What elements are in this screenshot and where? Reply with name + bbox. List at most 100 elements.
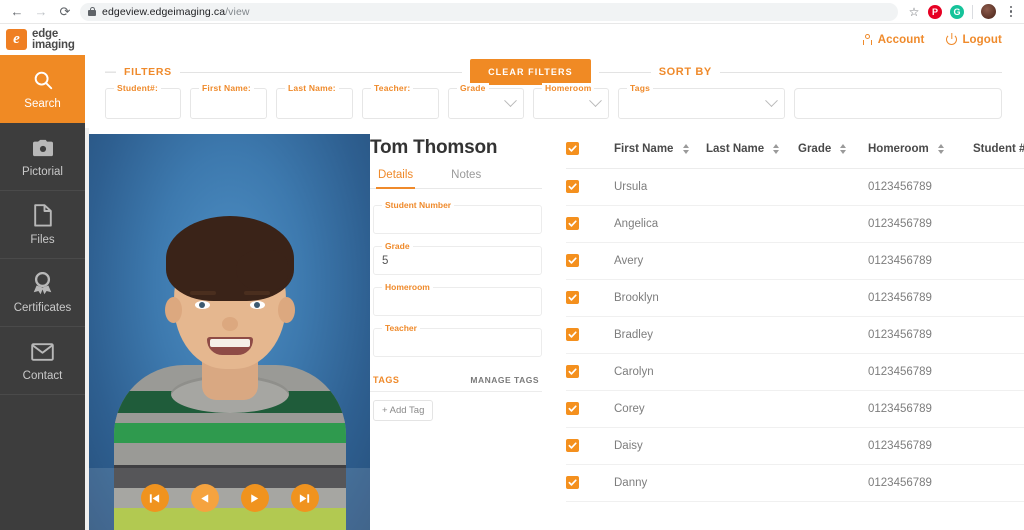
table-row[interactable]: Danny 0123456789 [566, 464, 1024, 502]
tab-notes[interactable]: Notes [449, 165, 483, 189]
last-photo-button[interactable] [290, 484, 319, 512]
add-tag-button[interactable]: + Add Tag [373, 400, 434, 421]
photo-panel [85, 128, 370, 530]
logout-link[interactable]: Logout [946, 34, 1002, 46]
cell-grade [798, 390, 868, 428]
cell-last-name [706, 279, 798, 317]
column-header-last-name[interactable]: Last Name [706, 128, 798, 169]
chevron-down-icon [504, 94, 517, 108]
pinterest-extension-icon[interactable]: P [928, 4, 942, 19]
column-label: Grade [798, 143, 832, 155]
grade-field[interactable]: Grade 5 [373, 241, 542, 275]
logout-label: Logout [962, 33, 1002, 46]
profile-avatar-icon[interactable] [981, 4, 996, 19]
table-row[interactable]: Corey 0123456789 [566, 390, 1024, 428]
column-header-student-number[interactable]: Student # [973, 128, 1024, 169]
row-checkbox[interactable] [566, 439, 579, 452]
row-checkbox[interactable] [566, 217, 579, 230]
row-checkbox[interactable] [566, 365, 579, 378]
filter-last-name[interactable]: Last Name: [276, 83, 353, 119]
sort-icon[interactable] [773, 143, 780, 154]
row-checkbox[interactable] [566, 254, 579, 267]
first-photo-button[interactable] [140, 484, 169, 512]
column-header-first-name[interactable]: First Name [614, 128, 706, 169]
sidebar-item-contact[interactable]: Contact [0, 327, 85, 395]
collapse-filters-icon[interactable]: — [105, 66, 116, 78]
filter-student-number[interactable]: Student#: [105, 83, 181, 119]
cell-last-name [706, 242, 798, 280]
filters-legend-row: — FILTERS CLEAR FILTERS SORT BY [105, 59, 1003, 85]
sidebar-item-pictorial[interactable]: Pictorial [0, 123, 85, 191]
tags-header: TAGS MANAGE TAGS [370, 375, 542, 392]
filter-label: Last Name: [285, 83, 339, 93]
row-checkbox[interactable] [566, 291, 579, 304]
sort-icon[interactable] [682, 143, 689, 154]
table-row[interactable]: Daisy 0123456789 [566, 427, 1024, 465]
sidebar-item-certificates[interactable]: Certificates [0, 259, 85, 327]
filter-first-name-input[interactable] [199, 97, 258, 110]
filter-tags[interactable]: Tags [618, 83, 785, 119]
table-row[interactable]: Ursula 0123456789 [566, 168, 1024, 206]
sort-by-field[interactable] [803, 97, 993, 110]
filter-grade[interactable]: Grade [448, 83, 524, 119]
table-row[interactable]: Brooklyn 0123456789 [566, 279, 1024, 317]
student-name: Tom Thomson [370, 137, 498, 158]
app-header: e edge imaging Account Logout [0, 24, 1024, 55]
cell-last-name [706, 427, 798, 465]
account-link[interactable]: Account [863, 34, 925, 46]
edge-imaging-logo[interactable]: e edge imaging [6, 28, 75, 51]
cell-student-number [973, 353, 1024, 391]
cell-homeroom: 0123456789 [868, 390, 973, 428]
address-bar[interactable]: edgeview.edgeimaging.ca/view [80, 2, 898, 21]
sidebar-item-search[interactable]: Search [0, 55, 85, 123]
previous-photo-button[interactable] [190, 484, 219, 512]
sort-icon[interactable] [840, 143, 847, 154]
filter-teacher-input[interactable] [371, 97, 430, 110]
row-checkbox-cell [566, 390, 614, 428]
cell-homeroom: 0123456789 [868, 427, 973, 465]
clear-filters-button[interactable]: CLEAR FILTERS [470, 59, 591, 85]
manage-tags-link[interactable]: MANAGE TAGS [470, 375, 539, 385]
next-photo-button[interactable] [240, 484, 269, 512]
select-all-header [566, 128, 614, 169]
sort-by-input[interactable] [794, 88, 1002, 119]
row-checkbox[interactable] [566, 476, 579, 489]
column-header-grade[interactable]: Grade [798, 128, 868, 169]
filter-student-number-input[interactable] [114, 97, 172, 110]
filter-teacher[interactable]: Teacher: [362, 83, 439, 119]
cell-homeroom: 0123456789 [868, 316, 973, 354]
student-number-field[interactable]: Student Number [373, 200, 542, 234]
cell-student-number [973, 427, 1024, 465]
grammarly-extension-icon[interactable]: G [950, 4, 964, 19]
filter-last-name-input[interactable] [285, 97, 344, 110]
cell-student-number [973, 168, 1024, 206]
forward-icon[interactable]: → [30, 1, 52, 23]
table-row[interactable]: Angelica 0123456789 [566, 205, 1024, 243]
reload-icon[interactable]: ⟳ [54, 1, 76, 23]
back-icon[interactable]: ← [6, 1, 28, 23]
filter-first-name[interactable]: First Name: [190, 83, 267, 119]
row-checkbox[interactable] [566, 180, 579, 193]
row-checkbox[interactable] [566, 402, 579, 415]
table-row[interactable]: Avery 0123456789 [566, 242, 1024, 280]
toolbar-divider [972, 4, 973, 19]
students-table: First Name Last Name Grade Homeroom Stud… [566, 128, 1024, 502]
select-all-checkbox[interactable] [566, 142, 579, 155]
field-label: Student Number [382, 200, 455, 210]
bookmark-star-icon[interactable]: ☆ [904, 2, 924, 22]
filter-homeroom[interactable]: Homeroom [533, 83, 609, 119]
sidebar-item-label: Contact [22, 369, 63, 382]
column-header-homeroom[interactable]: Homeroom [868, 128, 973, 169]
kebab-menu-icon[interactable] [1004, 5, 1018, 18]
tab-details[interactable]: Details [376, 165, 416, 189]
filter-fields: Student#: First Name: Last Name: Teacher… [105, 83, 1002, 119]
table-row[interactable]: Carolyn 0123456789 [566, 353, 1024, 391]
table-row[interactable]: Bradley 0123456789 [566, 316, 1024, 354]
sort-icon[interactable] [937, 143, 944, 154]
teacher-field[interactable]: Teacher [373, 323, 542, 357]
row-checkbox[interactable] [566, 328, 579, 341]
homeroom-field[interactable]: Homeroom [373, 282, 542, 316]
cell-student-number [973, 464, 1024, 502]
cell-homeroom: 0123456789 [868, 205, 973, 243]
sidebar-item-files[interactable]: Files [0, 191, 85, 259]
